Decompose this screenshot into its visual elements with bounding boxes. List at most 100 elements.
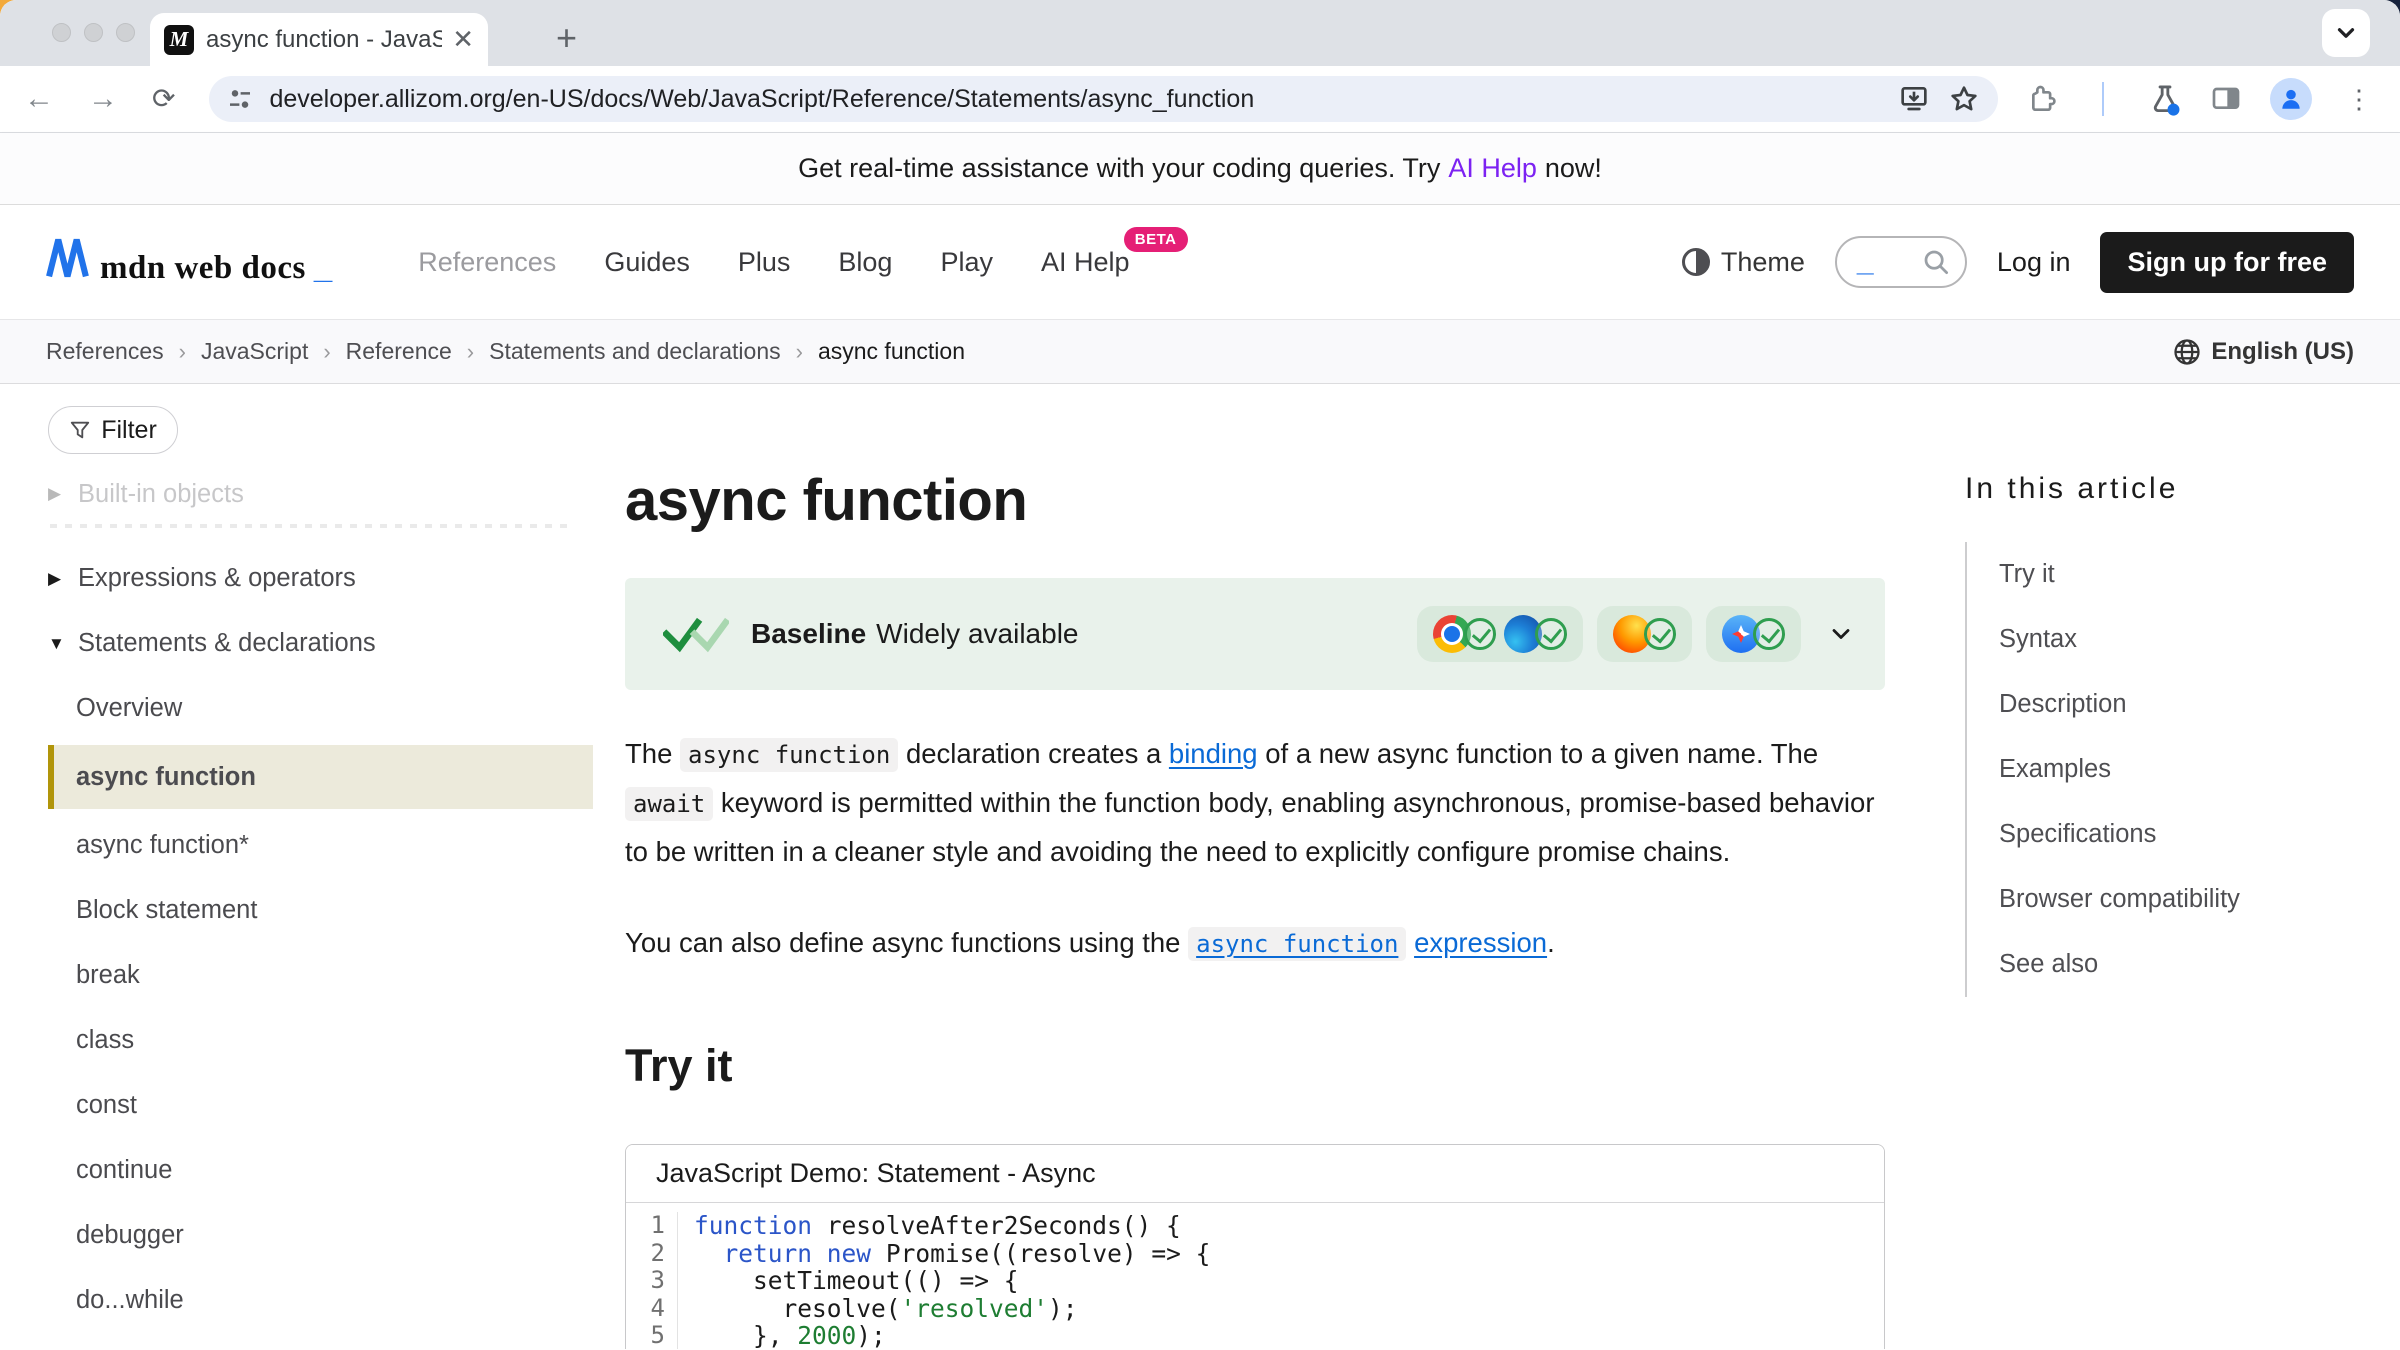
toc-item-examples[interactable]: Examples — [1967, 737, 2375, 802]
bookmark-star-icon[interactable] — [1948, 83, 1980, 115]
sidebar-item-do-while[interactable]: do...while — [48, 1268, 593, 1333]
breadcrumb-statements-and-declarations[interactable]: Statements and declarations — [489, 338, 781, 365]
search-input[interactable]: _ — [1835, 236, 1967, 288]
nav-item-blog[interactable]: Blog — [838, 247, 892, 278]
new-tab-button[interactable]: + — [556, 20, 577, 56]
forward-button[interactable]: → — [88, 84, 118, 114]
breadcrumb-references[interactable]: References — [46, 338, 164, 365]
url-text[interactable]: developer.allizom.org/en-US/docs/Web/Jav… — [269, 85, 1880, 114]
toolbar-divider — [2102, 82, 2104, 116]
nav-item-play[interactable]: Play — [940, 247, 993, 278]
experiments-flask-icon[interactable] — [2148, 82, 2182, 116]
sidebar-item-label: break — [76, 961, 140, 990]
login-link[interactable]: Log in — [1997, 247, 2071, 278]
code-text: function resolveAfter2Seconds() { — [678, 1212, 1181, 1240]
toc-item-browser-compatibility[interactable]: Browser compatibility — [1967, 867, 2375, 932]
tab-close-icon[interactable]: ✕ — [452, 24, 474, 55]
expression-link[interactable]: expression — [1414, 927, 1547, 958]
site-settings-icon[interactable] — [225, 84, 255, 114]
theme-label: Theme — [1721, 247, 1805, 278]
browser-menu-icon[interactable]: ⋮ — [2346, 84, 2372, 115]
theme-toggle[interactable]: Theme — [1681, 247, 1805, 278]
expanded-triangle-icon[interactable]: ▼ — [48, 634, 78, 654]
back-button[interactable]: ← — [24, 84, 54, 114]
mdn-logo[interactable]: mdn web docs _ — [46, 238, 332, 287]
nav-item-ai-help[interactable]: AI HelpBETA — [1041, 247, 1130, 278]
search-cursor: _ — [1857, 256, 1874, 268]
code-text: setTimeout(() => { — [678, 1267, 1019, 1295]
baseline-availability: Widely available — [876, 618, 1078, 649]
browser-tab[interactable]: M async function - JavaScript | ✕ — [150, 13, 488, 66]
collapsed-triangle-icon[interactable]: ▶ — [48, 484, 78, 504]
ai-help-link[interactable]: AI Help — [1448, 153, 1537, 184]
toc-item-see-also[interactable]: See also — [1967, 932, 2375, 997]
language-switcher[interactable]: English (US) — [2172, 337, 2354, 367]
profile-avatar[interactable] — [2270, 78, 2312, 120]
nav-item-plus[interactable]: Plus — [738, 247, 791, 278]
binding-link[interactable]: binding — [1169, 738, 1258, 769]
browser-window: M async function - JavaScript | ✕ + ← → … — [0, 0, 2400, 1350]
mdn-favicon: M — [164, 25, 194, 55]
sidebar-filter-button[interactable]: Filter — [48, 406, 178, 454]
toc-item-syntax[interactable]: Syntax — [1967, 607, 2375, 672]
minimize-window-button[interactable] — [84, 23, 103, 42]
sidebar-item-overview[interactable]: Overview — [48, 676, 593, 741]
toc-item-try-it[interactable]: Try it — [1967, 542, 2375, 607]
tab-search-button[interactable] — [2322, 9, 2370, 57]
edge-supported-check-icon — [1535, 618, 1567, 650]
code-line[interactable]: 5 }, 2000); — [626, 1322, 1884, 1349]
sidebar-item-statements-declarations[interactable]: ▼Statements & declarations — [48, 611, 593, 676]
async-function-code-link[interactable]: async function — [1188, 927, 1406, 958]
sidebar-item-break[interactable]: break — [48, 943, 593, 1008]
sidebar-item-label: async function — [76, 763, 256, 792]
search-icon[interactable] — [1921, 247, 1951, 277]
page-content: Filter ▶Built-in objects ▶Expressions & o… — [0, 384, 2400, 1349]
address-bar[interactable]: developer.allizom.org/en-US/docs/Web/Jav… — [209, 76, 1998, 122]
sidebar-item-block-statement[interactable]: Block statement — [48, 878, 593, 943]
sidebar-item-async-function[interactable]: async function — [48, 745, 593, 809]
sidebar-item-label: class — [76, 1026, 134, 1055]
breadcrumb-javascript[interactable]: JavaScript — [201, 338, 308, 365]
sidebar-item-debugger[interactable]: debugger — [48, 1203, 593, 1268]
sidebar-item-label: continue — [76, 1156, 172, 1185]
zoom-window-button[interactable] — [116, 23, 135, 42]
main-navigation: References Guides Plus Blog Play AI HelpBETA — [418, 247, 1129, 278]
sidebar-item-expressions-operators[interactable]: ▶Expressions & operators — [48, 546, 593, 611]
code-line[interactable]: 3 setTimeout(() => { — [626, 1267, 1884, 1295]
install-app-icon[interactable] — [1898, 83, 1930, 115]
toc-item-description[interactable]: Description — [1967, 672, 2375, 737]
sidebar-item-const[interactable]: const — [48, 1073, 593, 1138]
signup-button[interactable]: Sign up for free — [2100, 232, 2354, 293]
line-number: 2 — [626, 1240, 678, 1268]
sidebar-item-class[interactable]: class — [48, 1008, 593, 1073]
nav-item-guides[interactable]: Guides — [604, 247, 690, 278]
traffic-lights[interactable] — [52, 23, 135, 42]
chevron-down-icon — [2333, 20, 2359, 46]
sidebar-item-empty-statement[interactable]: Empty statement — [48, 1333, 593, 1349]
banner-text-before: Get real-time assistance with your codin… — [798, 153, 1440, 184]
line-number: 1 — [626, 1212, 678, 1240]
toc-item-specifications[interactable]: Specifications — [1967, 802, 2375, 867]
sidebar-item-built-in-objects[interactable]: ▶Built-in objects — [48, 470, 593, 518]
reload-button[interactable]: ⟳ — [152, 85, 175, 113]
code-line[interactable]: 2 return new Promise((resolve) => { — [626, 1240, 1884, 1268]
code-text: resolve('resolved'); — [678, 1295, 1078, 1323]
sidebar-item-continue[interactable]: continue — [48, 1138, 593, 1203]
code-editor[interactable]: 1function resolveAfter2Seconds() {2 retu… — [626, 1203, 1884, 1349]
breadcrumb-async-function[interactable]: async function — [818, 338, 965, 365]
breadcrumb-reference[interactable]: Reference — [346, 338, 452, 365]
code-line[interactable]: 1function resolveAfter2Seconds() { — [626, 1212, 1884, 1240]
close-window-button[interactable] — [52, 23, 71, 42]
document-sidebar: Filter ▶Built-in objects ▶Expressions & o… — [48, 406, 593, 1349]
sidebar-item-async-function[interactable]: async function* — [48, 813, 593, 878]
extensions-icon[interactable] — [2026, 83, 2058, 115]
baseline-label: Baseline — [751, 618, 866, 649]
nav-item-references[interactable]: References — [418, 247, 556, 278]
chrome-supported-check-icon — [1464, 618, 1496, 650]
code-line[interactable]: 4 resolve('resolved'); — [626, 1295, 1884, 1323]
collapsed-triangle-icon[interactable]: ▶ — [48, 569, 78, 589]
page-title: async function — [625, 467, 1885, 534]
mdn-logo-mark-icon — [46, 238, 92, 278]
side-panel-icon[interactable] — [2210, 83, 2242, 115]
baseline-expand-chevron-icon[interactable] — [1827, 620, 1855, 648]
